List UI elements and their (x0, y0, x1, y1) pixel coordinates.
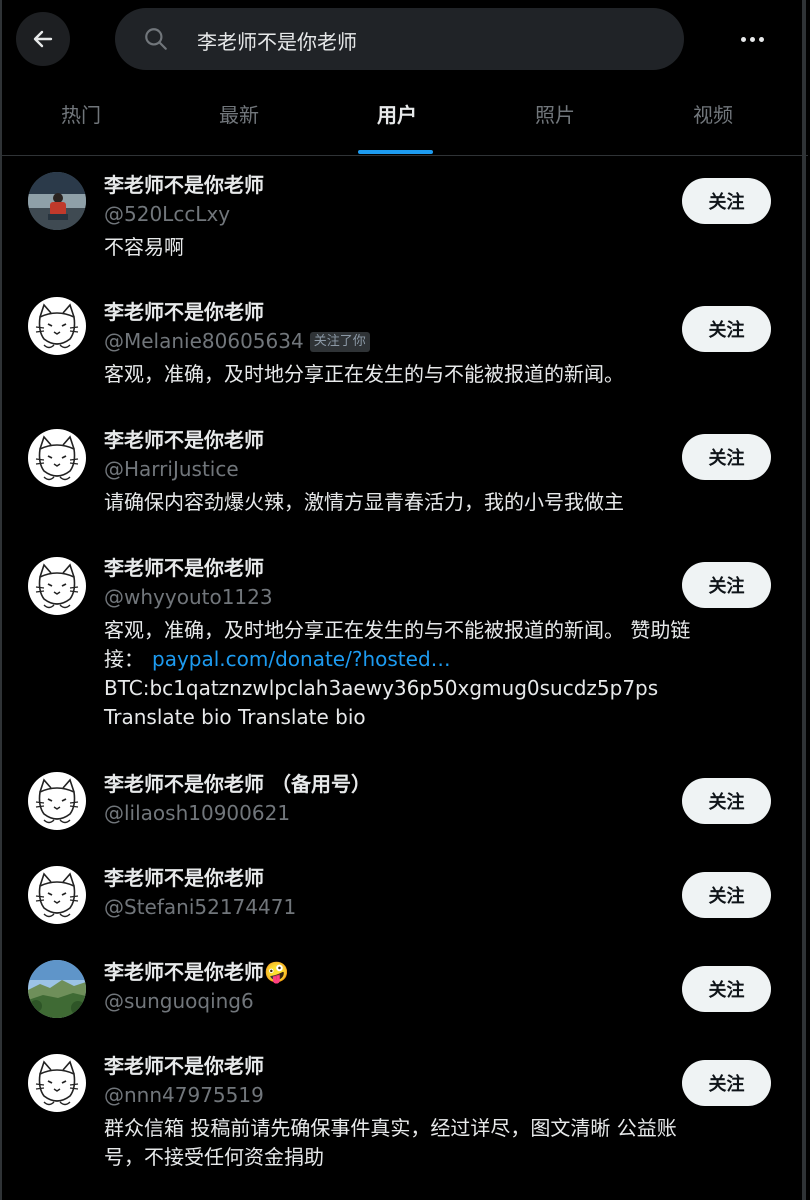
follow-button[interactable]: 关注 (682, 778, 771, 824)
bio-line: 群众信箱 投稿前请先确保事件真实，经过详尽，图文清晰 公益账 (104, 1116, 677, 1140)
back-button[interactable] (16, 12, 70, 66)
user-handle[interactable]: @Stefani52174471 (104, 892, 744, 922)
follows-you-badge: 关注了你 (309, 332, 370, 352)
avatar[interactable] (28, 866, 86, 924)
tab-label: 照片 (535, 103, 575, 127)
follow-button[interactable]: 关注 (682, 434, 771, 480)
tab-label: 最新 (219, 103, 259, 127)
avatar[interactable] (28, 772, 86, 830)
more-options-button[interactable] (724, 14, 780, 64)
dot-icon (749, 36, 755, 42)
avatar-cat-sketch (28, 429, 86, 487)
avatar-cat-sketch (28, 297, 86, 355)
bio-line: BTC:bc1qatznzwlpclah3aewy36p50xgmug0sucd… (104, 676, 659, 700)
user-bio: 群众信箱 投稿前请先确保事件真实，经过详尽，图文清晰 公益账 号，不接受任何资金… (104, 1114, 764, 1172)
dot-icon (740, 36, 746, 42)
tab-videos[interactable]: 视频 (634, 85, 792, 155)
translate-bio-text: Translate bio Translate bio (104, 705, 366, 729)
user-handle[interactable]: @nnn47975519 (104, 1080, 764, 1110)
active-tab-indicator (358, 150, 433, 154)
user-handle[interactable]: @sunguoqing6 (104, 986, 744, 1016)
avatar-cat-sketch (28, 557, 86, 615)
search-input[interactable] (195, 20, 659, 60)
search-icon (145, 28, 167, 50)
user-handle[interactable]: @HarriJustice (104, 454, 744, 484)
follow-button[interactable]: 关注 (682, 966, 771, 1012)
user-bio: 不容易啊 (104, 235, 184, 259)
avatar-cat-sketch (28, 866, 86, 924)
tab-label: 热门 (61, 103, 101, 127)
bio-text: 接： (104, 647, 144, 671)
user-cell[interactable]: 李老师不是你老师 @Stefani52174471 关注 (2, 849, 808, 943)
follow-button[interactable]: 关注 (682, 1060, 771, 1106)
search-tabs: 热门 最新 用户 照片 视频 (2, 85, 808, 155)
search-header: 热门 最新 用户 照片 视频 (2, 0, 808, 156)
avatar-photo-lake (28, 172, 86, 230)
tab-latest[interactable]: 最新 (160, 85, 318, 155)
follow-button[interactable]: 关注 (682, 562, 771, 608)
user-name: 李老师不是你老师 (104, 300, 264, 324)
user-cell[interactable]: 李老师不是你老师 @HarriJustice 请确保内容劲爆火辣，激情方显青春活… (2, 409, 808, 536)
user-name: 李老师不是你老师🤪 (104, 960, 289, 984)
user-name: 李老师不是你老师 (104, 866, 264, 890)
tab-label: 用户 (377, 103, 417, 127)
avatar[interactable] (28, 172, 86, 230)
user-handle[interactable]: @lilaosh10900621 (104, 798, 744, 828)
handle-text: @Melanie80605634 (104, 329, 304, 353)
user-bio: 客观，准确，及时地分享正在发生的与不能被报道的新闻。 (104, 362, 624, 386)
user-name: 李老师不是你老师 (104, 428, 264, 452)
user-name: 李老师不是你老师 (104, 173, 264, 197)
avatar[interactable] (28, 1054, 86, 1112)
user-name: 李老师不是你老师 (104, 1054, 264, 1078)
follow-button[interactable]: 关注 (682, 306, 771, 352)
avatar-cat-sketch (28, 1054, 86, 1112)
user-cell[interactable]: 李老师不是你老师 （备用号） @lilaosh10900621 关注 (2, 755, 808, 849)
user-handle[interactable]: @520LccLxy (104, 199, 744, 229)
search-box[interactable] (115, 8, 684, 70)
tab-label: 视频 (693, 103, 733, 127)
tab-users[interactable]: 用户 (318, 85, 476, 155)
user-bio: 客观，准确，及时地分享正在发生的与不能被报道的新闻。 赞助链 接： paypal.… (104, 616, 774, 732)
user-cell[interactable]: 李老师不是你老师 @whyyouto1123 客观，准确，及时地分享正在发生的与… (2, 537, 808, 755)
arrow-left-icon (33, 30, 53, 48)
user-handle[interactable]: @Melanie80605634 关注了你 (104, 326, 744, 356)
user-name: 李老师不是你老师 （备用号） (104, 772, 371, 796)
avatar[interactable] (28, 557, 86, 615)
user-cell[interactable]: 李老师不是你老师 @Melanie80605634 关注了你 客观，准确，及时地分… (2, 281, 808, 409)
dot-icon (758, 36, 764, 42)
follow-button[interactable]: 关注 (682, 872, 771, 918)
avatar[interactable] (28, 297, 86, 355)
avatar-cat-sketch (28, 772, 86, 830)
user-cell[interactable]: 李老师不是你老师🤪 @sunguoqing6 关注 (2, 943, 808, 1037)
bio-link[interactable]: paypal.com/donate/?hosted… (152, 647, 451, 671)
user-bio: 请确保内容劲爆火辣，激情方显青春活力，我的小号我做主 (104, 490, 624, 514)
user-handle[interactable]: @whyyouto1123 (104, 582, 774, 612)
user-cell[interactable]: 李老师不是你老师 @nnn47975519 群众信箱 投稿前请先确保事件真实，经… (2, 1037, 808, 1200)
tab-hot[interactable]: 热门 (2, 85, 160, 155)
timeline-column: 热门 最新 用户 照片 视频 李老师不是你老师 @520LccLxy 不容易啊 … (0, 0, 808, 1200)
avatar-photo-mountain (28, 960, 86, 1018)
avatar[interactable] (28, 429, 86, 487)
bio-line: 号，不接受任何资金捐助 (104, 1145, 324, 1169)
tab-photos[interactable]: 照片 (476, 85, 634, 155)
bio-line: 接： paypal.com/donate/?hosted… (104, 645, 774, 674)
avatar[interactable] (28, 960, 86, 1018)
bio-line: 客观，准确，及时地分享正在发生的与不能被报道的新闻。 赞助链 (104, 618, 691, 642)
follow-button[interactable]: 关注 (682, 178, 771, 224)
user-cell[interactable]: 李老师不是你老师 @520LccLxy 不容易啊 关注 (2, 156, 808, 281)
user-name: 李老师不是你老师 (104, 556, 264, 580)
